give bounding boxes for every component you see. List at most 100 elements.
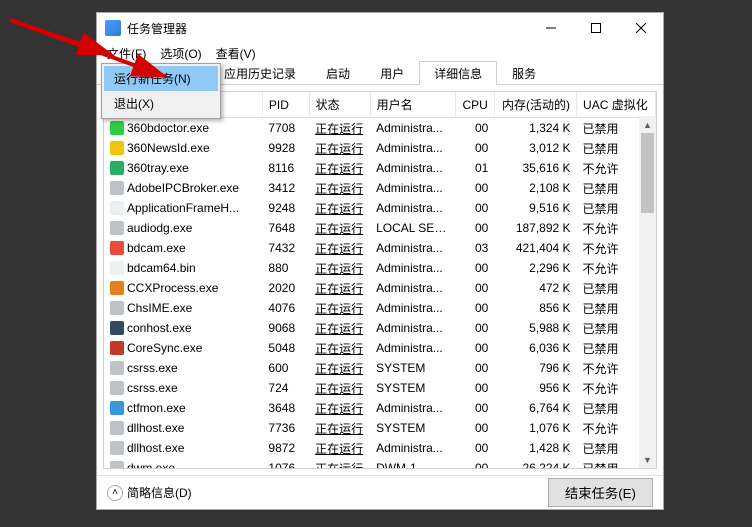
process-pid: 9248: [262, 198, 309, 218]
close-icon: [636, 23, 646, 33]
process-name: dwm.exe: [127, 461, 175, 468]
process-user: Administra...: [370, 338, 455, 358]
table-row[interactable]: csrss.exe724正在运行SYSTEM00956 K不允许: [104, 378, 656, 398]
tab-app-history[interactable]: 应用历史记录: [209, 61, 311, 85]
table-row[interactable]: 360tray.exe8116正在运行Administra...0135,616…: [104, 158, 656, 178]
end-task-button[interactable]: 结束任务(E): [548, 478, 653, 507]
process-user: Administra...: [370, 178, 455, 198]
minimize-button[interactable]: [528, 13, 573, 43]
tab-startup[interactable]: 启动: [311, 61, 365, 85]
table-row[interactable]: CCXProcess.exe2020正在运行Administra...00472…: [104, 278, 656, 298]
chevron-up-icon: ˄: [107, 485, 123, 501]
process-memory: 6,036 K: [494, 338, 576, 358]
process-pid: 724: [262, 378, 309, 398]
process-memory: 956 K: [494, 378, 576, 398]
table-row[interactable]: 360bdoctor.exe7708正在运行Administra...001,3…: [104, 118, 656, 139]
tab-users[interactable]: 用户: [365, 61, 419, 85]
tab-details[interactable]: 详细信息: [419, 61, 497, 85]
maximize-icon: [591, 23, 601, 33]
process-memory: 35,616 K: [494, 158, 576, 178]
process-memory: 1,324 K: [494, 118, 576, 139]
process-icon: [110, 121, 124, 135]
process-user: Administra...: [370, 298, 455, 318]
process-cpu: 00: [455, 378, 494, 398]
process-icon: [110, 421, 124, 435]
process-cpu: 00: [455, 118, 494, 139]
task-manager-window: 任务管理器 文件(F) 选项(O) 查看(V) 运行新任务(N) 退出(X) 进…: [96, 12, 664, 510]
scrollbar-up-button[interactable]: ▲: [639, 116, 656, 133]
process-pid: 5048: [262, 338, 309, 358]
table-row[interactable]: 360NewsId.exe9928正在运行Administra...003,01…: [104, 138, 656, 158]
process-status: 正在运行: [315, 282, 363, 296]
process-status: 正在运行: [315, 462, 363, 469]
process-memory: 5,988 K: [494, 318, 576, 338]
process-icon: [110, 381, 124, 395]
process-pid: 9928: [262, 138, 309, 158]
process-user: SYSTEM: [370, 358, 455, 378]
menu-run-new-task[interactable]: 运行新任务(N): [104, 66, 218, 91]
process-icon: [110, 181, 124, 195]
process-name: 360NewsId.exe: [127, 141, 210, 155]
process-status: 正在运行: [315, 382, 363, 396]
table-row[interactable]: ApplicationFrameH...9248正在运行Administra..…: [104, 198, 656, 218]
process-icon: [110, 241, 124, 255]
process-cpu: 00: [455, 398, 494, 418]
col-user[interactable]: 用户名: [370, 92, 455, 118]
process-pid: 9872: [262, 438, 309, 458]
process-icon: [110, 361, 124, 375]
process-table: 名称 PID 状态 用户名 CPU 内存(活动的) UAC 虚拟化 360bdo…: [104, 92, 656, 468]
process-table-container: 名称 PID 状态 用户名 CPU 内存(活动的) UAC 虚拟化 360bdo…: [103, 91, 657, 469]
scrollbar-down-button[interactable]: ▼: [639, 451, 656, 468]
col-pid[interactable]: PID: [262, 92, 309, 118]
process-status: 正在运行: [315, 202, 363, 216]
process-cpu: 00: [455, 418, 494, 438]
process-icon: [110, 461, 124, 468]
process-status: 正在运行: [315, 302, 363, 316]
table-row[interactable]: dllhost.exe9872正在运行Administra...001,428 …: [104, 438, 656, 458]
col-uac[interactable]: UAC 虚拟化: [577, 92, 656, 118]
process-status: 正在运行: [315, 362, 363, 376]
tab-services[interactable]: 服务: [497, 61, 551, 85]
table-row[interactable]: csrss.exe600正在运行SYSTEM00796 K不允许: [104, 358, 656, 378]
close-button[interactable]: [618, 13, 663, 43]
titlebar: 任务管理器: [97, 13, 663, 43]
process-memory: 1,428 K: [494, 438, 576, 458]
process-pid: 3412: [262, 178, 309, 198]
table-row[interactable]: ChsIME.exe4076正在运行Administra...00856 K已禁…: [104, 298, 656, 318]
process-icon: [110, 201, 124, 215]
table-row[interactable]: bdcam.exe7432正在运行Administra...03421,404 …: [104, 238, 656, 258]
menu-exit[interactable]: 退出(X): [104, 91, 218, 116]
col-memory[interactable]: 内存(活动的): [494, 92, 576, 118]
process-icon: [110, 341, 124, 355]
process-status: 正在运行: [315, 262, 363, 276]
process-status: 正在运行: [315, 162, 363, 176]
fewer-details-label: 简略信息(D): [127, 484, 192, 501]
process-user: Administra...: [370, 318, 455, 338]
fewer-details-button[interactable]: ˄ 简略信息(D): [107, 484, 192, 501]
process-pid: 600: [262, 358, 309, 378]
process-name: AdobeIPCBroker.exe: [127, 181, 239, 195]
process-name: audiodg.exe: [127, 221, 192, 235]
process-name: 360bdoctor.exe: [127, 121, 209, 135]
col-cpu[interactable]: CPU: [455, 92, 494, 118]
process-name: dllhost.exe: [127, 421, 184, 435]
process-cpu: 00: [455, 458, 494, 468]
process-icon: [110, 221, 124, 235]
scrollbar-thumb[interactable]: [641, 133, 654, 213]
process-user: Administra...: [370, 278, 455, 298]
process-pid: 4076: [262, 298, 309, 318]
table-row[interactable]: dwm.exe1076正在运行DWM-10026,224 K已禁用: [104, 458, 656, 468]
table-row[interactable]: bdcam64.bin880正在运行Administra...002,296 K…: [104, 258, 656, 278]
table-row[interactable]: ctfmon.exe3648正在运行Administra...006,764 K…: [104, 398, 656, 418]
maximize-button[interactable]: [573, 13, 618, 43]
table-row[interactable]: CoreSync.exe5048正在运行Administra...006,036…: [104, 338, 656, 358]
process-name: conhost.exe: [127, 321, 192, 335]
table-row[interactable]: audiodg.exe7648正在运行LOCAL SER...00187,892…: [104, 218, 656, 238]
col-status[interactable]: 状态: [309, 92, 370, 118]
table-row[interactable]: AdobeIPCBroker.exe3412正在运行Administra...0…: [104, 178, 656, 198]
process-name: ChsIME.exe: [127, 301, 192, 315]
vertical-scrollbar[interactable]: ▲ ▼: [639, 116, 656, 468]
process-pid: 880: [262, 258, 309, 278]
table-row[interactable]: dllhost.exe7736正在运行SYSTEM001,076 K不允许: [104, 418, 656, 438]
table-row[interactable]: conhost.exe9068正在运行Administra...005,988 …: [104, 318, 656, 338]
